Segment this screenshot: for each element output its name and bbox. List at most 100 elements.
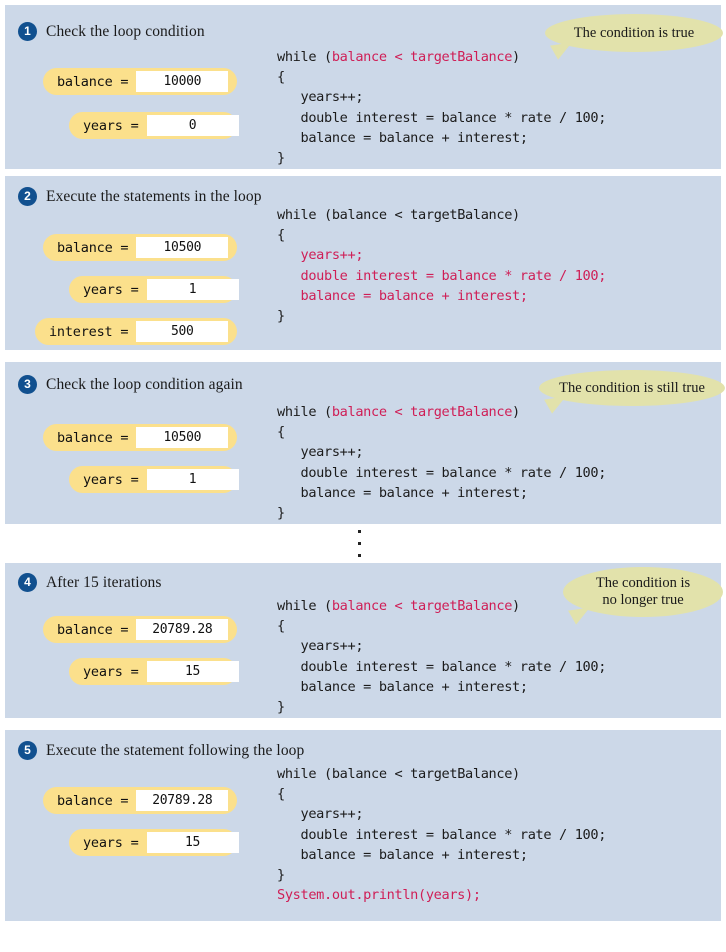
- code-body-line: balance = balance + interest;: [277, 678, 529, 695]
- code-close-paren: ): [512, 207, 520, 223]
- variable-value: 500: [136, 321, 229, 342]
- code-condition: balance < targetBalance: [331, 598, 513, 614]
- code-block-5: while (balance < targetBalance) { years+…: [277, 764, 606, 905]
- step-panel-3: 3 Check the loop condition again balance…: [5, 362, 725, 524]
- code-body-line: double interest = balance * rate / 100;: [277, 109, 607, 126]
- step-heading-5: 5 Execute the statement following the lo…: [18, 741, 304, 760]
- code-body-line: double interest = balance * rate / 100;: [277, 464, 607, 481]
- variable-value: 20789.28: [136, 619, 229, 640]
- variable-value: 10000: [136, 71, 229, 92]
- code-body-line: years++;: [277, 247, 364, 264]
- variable-label: balance =: [57, 239, 129, 256]
- step-heading-4: 4 After 15 iterations: [18, 573, 162, 592]
- code-while-keyword: while (: [277, 207, 332, 223]
- code-close-brace: }: [277, 308, 285, 325]
- variable-value: 1: [146, 279, 239, 300]
- step-heading-3: 3 Check the loop condition again: [18, 375, 243, 394]
- variable-pill-interest: interest = 500: [35, 318, 237, 345]
- code-trailing-statement: System.out.println(years);: [277, 887, 481, 904]
- code-condition: balance < targetBalance: [331, 207, 513, 223]
- variable-label: balance =: [57, 621, 129, 638]
- variable-label: years =: [83, 281, 139, 298]
- code-block-3: while (balance < targetBalance) { years+…: [277, 402, 606, 523]
- step-heading-2: 2 Execute the statements in the loop: [18, 187, 262, 206]
- ellipsis-dot: [358, 542, 361, 545]
- code-close-paren: ): [512, 598, 520, 614]
- code-body-line: balance = balance + interest;: [277, 287, 529, 304]
- variable-label: balance =: [57, 73, 129, 90]
- callout-tail-icon: [568, 607, 592, 626]
- code-close-brace: }: [277, 699, 285, 716]
- step-number-badge: 5: [18, 741, 37, 760]
- code-body-line: years++;: [277, 444, 364, 461]
- variable-value: 1: [146, 469, 239, 490]
- callout-tail-icon: [550, 42, 574, 61]
- step-title: Check the loop condition: [46, 22, 205, 40]
- code-body-line: double interest = balance * rate / 100;: [277, 658, 607, 675]
- variable-label: years =: [83, 663, 139, 680]
- step-number-badge: 4: [18, 573, 37, 592]
- code-open-brace: {: [277, 786, 285, 803]
- code-body-line: years++;: [277, 638, 364, 655]
- code-body-line: double interest = balance * rate / 100;: [277, 826, 607, 843]
- code-body-line: double interest = balance * rate / 100;: [277, 267, 607, 284]
- ellipsis-dot: [358, 554, 361, 557]
- variable-value: 15: [146, 661, 239, 682]
- code-condition: balance < targetBalance: [331, 766, 513, 782]
- code-close-brace: }: [277, 150, 285, 167]
- variable-pill-years: years = 15: [69, 658, 239, 685]
- callout-tail-icon: [544, 396, 568, 415]
- step-panel-4: 4 After 15 iterations balance = 20789.28…: [5, 563, 723, 718]
- variable-label: years =: [83, 117, 139, 134]
- code-body-line: balance = balance + interest;: [277, 129, 529, 146]
- variable-value: 10500: [136, 237, 229, 258]
- code-body-line: balance = balance + interest;: [277, 484, 529, 501]
- code-block-2: while (balance < targetBalance) { years+…: [277, 205, 606, 326]
- variable-label: years =: [83, 471, 139, 488]
- variable-pill-balance: balance = 10500: [43, 424, 237, 451]
- variable-pill-years: years = 1: [69, 276, 239, 303]
- code-close-brace: }: [277, 505, 285, 522]
- variable-label: balance =: [57, 792, 129, 809]
- code-while-keyword: while (: [277, 766, 332, 782]
- variable-label: balance =: [57, 429, 129, 446]
- code-close-brace: }: [277, 867, 285, 884]
- code-condition: balance < targetBalance: [331, 49, 513, 65]
- variable-pill-years: years = 1: [69, 466, 239, 493]
- code-close-paren: ): [512, 766, 520, 782]
- variable-pill-years: years = 0: [69, 112, 239, 139]
- callout-text: The condition is true: [573, 24, 695, 41]
- callout-bubble-1: The condition is true: [545, 14, 723, 61]
- code-open-brace: {: [277, 69, 285, 86]
- step-panel-1: 1 Check the loop condition balance = 100…: [5, 5, 723, 169]
- code-open-brace: {: [277, 227, 285, 244]
- code-body-line: years++;: [277, 89, 364, 106]
- variable-value: 15: [146, 832, 239, 853]
- callout-bubble-4: The condition is no longer true: [563, 567, 723, 626]
- step-panel-2: 2 Execute the statements in the loop bal…: [5, 176, 721, 350]
- step-title: Check the loop condition again: [46, 375, 243, 393]
- step-title: Execute the statement following the loop: [46, 741, 305, 759]
- variable-value: 10500: [136, 427, 229, 448]
- code-close-paren: ): [512, 404, 520, 420]
- step-number-badge: 1: [18, 22, 37, 41]
- variable-pill-balance: balance = 10000: [43, 68, 237, 95]
- variable-value: 20789.28: [136, 790, 229, 811]
- code-while-keyword: while (: [277, 49, 332, 65]
- figure-canvas: 1 Check the loop condition balance = 100…: [0, 0, 726, 952]
- ellipsis-dot: [358, 530, 361, 533]
- variable-label: interest =: [49, 323, 129, 340]
- callout-text: The condition is still true: [559, 379, 705, 396]
- code-condition: balance < targetBalance: [331, 404, 513, 420]
- variable-label: years =: [83, 834, 139, 851]
- code-while-keyword: while (: [277, 598, 332, 614]
- callout-text: The condition is no longer true: [595, 575, 691, 608]
- variable-pill-balance: balance = 20789.28: [43, 787, 237, 814]
- callout-bubble-3: The condition is still true: [539, 370, 725, 415]
- code-close-paren: ): [512, 49, 520, 65]
- code-block-4: while (balance < targetBalance) { years+…: [277, 596, 606, 717]
- step-number-badge: 2: [18, 187, 37, 206]
- step-heading-1: 1 Check the loop condition: [18, 22, 205, 41]
- variable-value: 0: [146, 115, 239, 136]
- variable-pill-years: years = 15: [69, 829, 239, 856]
